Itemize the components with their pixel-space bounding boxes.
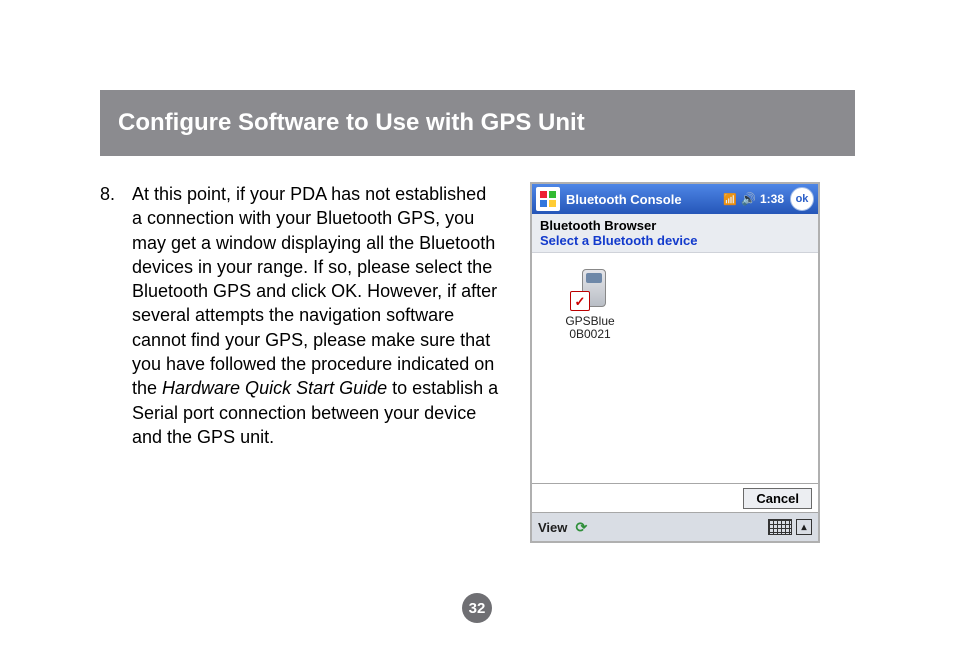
windows-start-icon[interactable] xyxy=(536,187,560,211)
check-icon xyxy=(570,291,590,311)
device-icon xyxy=(570,267,610,311)
cancel-row: Cancel xyxy=(532,483,818,512)
step-text: At this point, if your PDA has not estab… xyxy=(132,182,500,449)
manual-page: Configure Software to Use with GPS Unit … xyxy=(0,0,954,665)
cancel-button[interactable]: Cancel xyxy=(743,488,812,509)
pda-bottom-bar: View ⟳ ▴ xyxy=(532,512,818,541)
keyboard-icon[interactable] xyxy=(768,519,792,535)
device-name-line2: 0B0021 xyxy=(550,328,630,341)
bottom-left-group: View ⟳ xyxy=(538,519,589,535)
section-title: Configure Software to Use with GPS Unit xyxy=(118,109,585,137)
pda-app-title: Bluetooth Console xyxy=(564,192,723,207)
content-row: 8. At this point, if your PDA has not es… xyxy=(100,182,855,543)
input-panel-toggle-icon[interactable]: ▴ xyxy=(796,519,812,535)
refresh-icon[interactable]: ⟳ xyxy=(573,519,589,535)
step-number: 8. xyxy=(100,182,132,449)
pda-instruction: Select a Bluetooth device xyxy=(532,233,818,253)
pda-screenshot: Bluetooth Console 📶 🔊 1:38 ok Bluetooth … xyxy=(530,182,820,543)
pda-clock: 1:38 xyxy=(760,192,784,206)
page-number-badge: 32 xyxy=(462,593,492,623)
view-menu[interactable]: View xyxy=(538,520,567,535)
pda-title-bar: Bluetooth Console 📶 🔊 1:38 ok xyxy=(532,184,818,214)
page-number: 32 xyxy=(469,600,486,617)
bluetooth-device-item[interactable]: GPSBlue 0B0021 xyxy=(550,267,630,341)
speaker-icon: 🔊 xyxy=(741,192,756,206)
step-text-part1: At this point, if your PDA has not estab… xyxy=(132,184,497,398)
step-text-italic: Hardware Quick Start Guide xyxy=(162,378,387,398)
ok-button[interactable]: ok xyxy=(790,187,814,211)
section-title-bar: Configure Software to Use with GPS Unit xyxy=(100,90,855,156)
pda-status-area: 📶 🔊 1:38 xyxy=(723,192,786,206)
step-item: 8. At this point, if your PDA has not es… xyxy=(100,182,500,449)
screenshot-column: Bluetooth Console 📶 🔊 1:38 ok Bluetooth … xyxy=(530,182,855,543)
device-list-area[interactable]: GPSBlue 0B0021 xyxy=(532,253,818,483)
bottom-right-group: ▴ xyxy=(768,519,812,535)
instruction-column: 8. At this point, if your PDA has not es… xyxy=(100,182,500,543)
signal-icon: 📶 xyxy=(723,193,737,206)
pda-subtitle: Bluetooth Browser xyxy=(532,214,818,233)
